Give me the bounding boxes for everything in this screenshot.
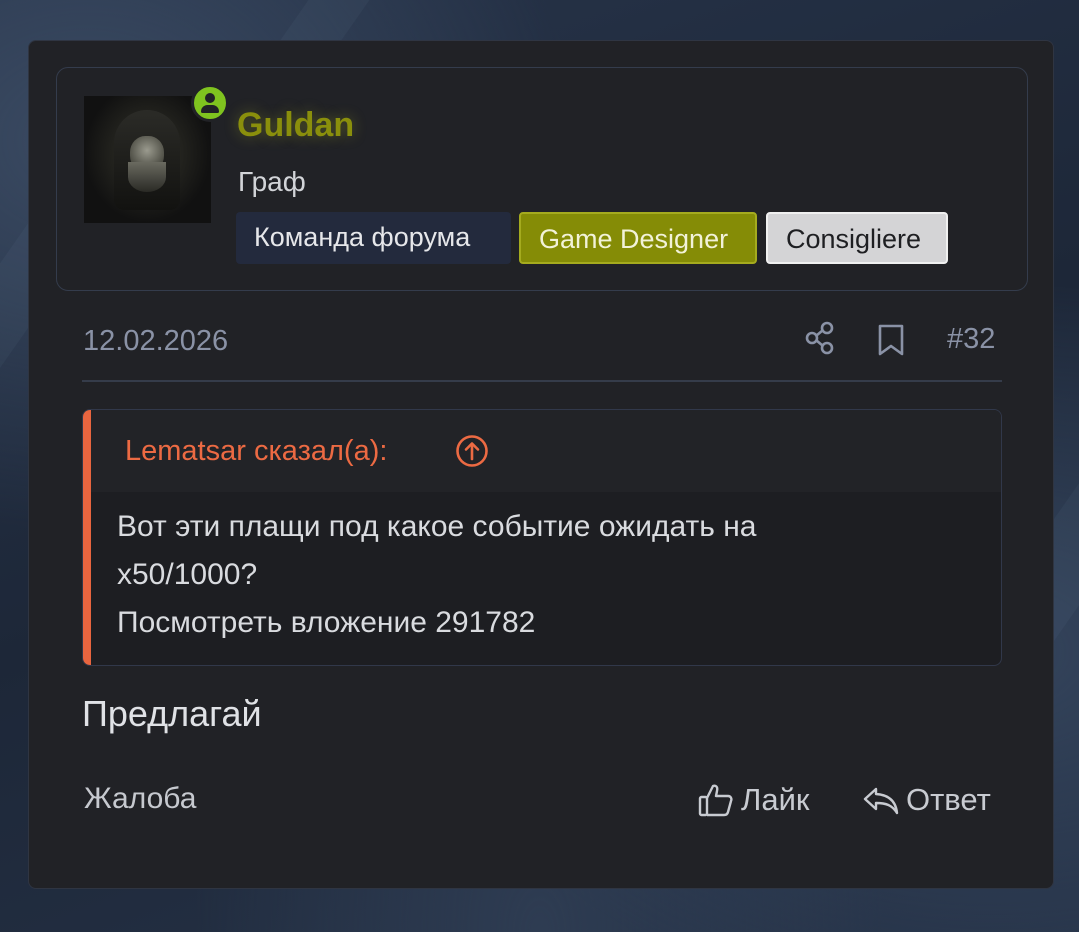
user-info-box: Guldan Граф Команда форума Game Designer… [56, 67, 1028, 291]
quote-block: Lematsar сказал(а): Вот эти плащи под ка… [82, 409, 1002, 666]
like-label: Лайк [741, 782, 810, 817]
reply-button[interactable]: Ответ [862, 779, 991, 821]
share-icon[interactable] [803, 320, 837, 356]
avatar[interactable] [84, 96, 211, 223]
post-card: Guldan Граф Команда форума Game Designer… [28, 40, 1054, 889]
quote-text-line: x50/1000? [117, 558, 258, 591]
divider [82, 380, 1002, 382]
quote-accent-bar [83, 410, 91, 665]
thumbs-up-icon [698, 784, 733, 817]
arrow-up-circle-icon[interactable] [455, 434, 489, 468]
bookmark-icon[interactable] [876, 323, 906, 357]
post-body: Предлагай [82, 693, 262, 734]
user-title: Граф [238, 166, 306, 197]
post-date[interactable]: 12.02.2026 [83, 325, 228, 358]
report-link[interactable]: Жалоба [84, 782, 196, 816]
user-online-icon [191, 84, 229, 122]
post-number[interactable]: #32 [947, 323, 995, 356]
reply-label: Ответ [906, 782, 991, 817]
badge-game-designer: Game Designer [519, 212, 757, 264]
badge-consigliere: Consigliere [766, 212, 948, 264]
quote-text-line: Вот эти плащи под какое событие ожидать … [117, 510, 757, 543]
like-button[interactable]: Лайк [697, 779, 809, 821]
username[interactable]: Guldan [237, 106, 354, 145]
reply-icon [863, 787, 899, 815]
quote-author[interactable]: Lematsar сказал(а): [125, 435, 387, 468]
quote-header: Lematsar сказал(а): [91, 410, 1001, 492]
quote-attachment-link[interactable]: Посмотреть вложение 291782 [117, 606, 535, 640]
badge-forum-team: Команда форума [236, 212, 511, 264]
